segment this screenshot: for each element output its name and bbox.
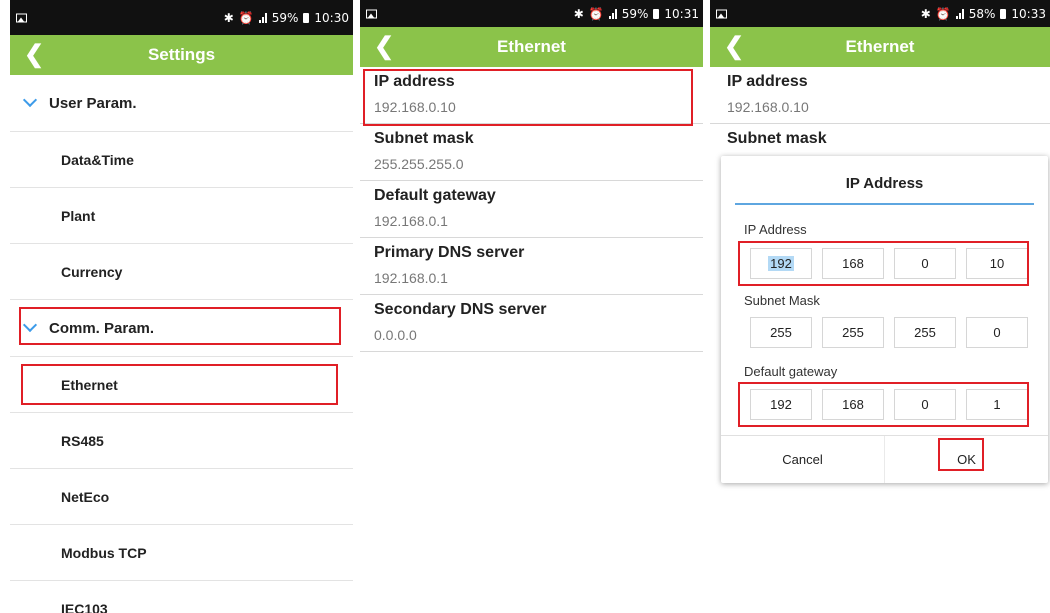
settings-item-iec103[interactable]: IEC103 (10, 581, 353, 613)
field-label: Default gateway (374, 187, 496, 204)
gallery-notification-icon (716, 9, 727, 18)
app-bar: ❮ Settings (10, 35, 353, 75)
field-subnet-mask[interactable]: Subnet mask 255.255.255.0 (360, 124, 703, 181)
mask-octet-3-input[interactable]: 255 (894, 317, 956, 348)
subnet-mask-inputs: 255 255 255 0 (750, 317, 1028, 348)
ip-address-label: IP Address (744, 222, 807, 237)
signal-icon (955, 8, 964, 19)
settings-list: User Param. Data&Time Plant Currency Com… (10, 75, 353, 613)
ethernet-screen: ✱ ⏰ 59% 10:31 ❮ Ethernet IP address 192.… (360, 0, 703, 613)
signal-icon (608, 8, 617, 19)
field-ip-address[interactable]: IP address 192.168.0.10 (710, 67, 1050, 124)
mask-octet-4-input[interactable]: 0 (966, 317, 1028, 348)
bluetooth-icon: ✱ (573, 6, 584, 21)
alarm-icon: ⏰ (935, 6, 951, 21)
page-title: Settings (147, 45, 216, 64)
field-ip-address[interactable]: IP address 192.168.0.10 (360, 67, 703, 124)
settings-screen: ✱ ⏰ 59% 10:30 ❮ Settings User Param. Dat… (10, 0, 353, 613)
gallery-notification-icon (366, 9, 377, 18)
field-value: 192.168.0.1 (374, 270, 448, 286)
page-title: Ethernet (497, 37, 566, 56)
field-value: 192.168.0.10 (374, 99, 456, 115)
status-bar: ✱ ⏰ 59% 10:31 (360, 0, 703, 27)
field-primary-dns[interactable]: Primary DNS server 192.168.0.1 (360, 238, 703, 295)
ip-octet-1-input[interactable]: 192 (750, 248, 812, 279)
settings-item-neteco[interactable]: NetEco (10, 469, 353, 525)
ethernet-fields: IP address 192.168.0.10 Subnet mask 255.… (360, 67, 703, 352)
ip-address-inputs: 192 168 0 10 (750, 248, 1028, 279)
dialog-buttons: Cancel OK (721, 435, 1048, 483)
battery-percent: 59% (271, 10, 299, 25)
clock: 10:33 (1011, 6, 1046, 21)
status-bar: ✱ ⏰ 59% 10:30 (10, 0, 353, 35)
group-label: User Param. (49, 94, 137, 112)
gateway-octet-1-input[interactable]: 192 (750, 389, 812, 420)
app-bar: ❮ Ethernet (710, 27, 1050, 67)
alarm-icon: ⏰ (238, 10, 254, 25)
mask-octet-1-input[interactable]: 255 (750, 317, 812, 348)
cancel-button[interactable]: Cancel (721, 436, 884, 483)
field-label: Subnet mask (374, 130, 474, 147)
ok-button[interactable]: OK (884, 436, 1048, 483)
settings-item-plant[interactable]: Plant (10, 188, 353, 244)
field-default-gateway[interactable]: Default gateway 192.168.0.1 (360, 181, 703, 238)
mask-octet-2-input[interactable]: 255 (822, 317, 884, 348)
ip-octet-3-input[interactable]: 0 (894, 248, 956, 279)
gateway-octet-4-input[interactable]: 1 (966, 389, 1028, 420)
dialog-divider (735, 203, 1034, 205)
field-label: Subnet mask (727, 130, 827, 147)
bluetooth-icon: ✱ (920, 6, 931, 21)
app-bar: ❮ Ethernet (360, 27, 703, 67)
field-secondary-dns[interactable]: Secondary DNS server 0.0.0.0 (360, 295, 703, 352)
field-value: 255.255.255.0 (374, 156, 464, 172)
signal-icon (258, 12, 267, 23)
status-bar: ✱ ⏰ 58% 10:33 (710, 0, 1050, 27)
field-value: 0.0.0.0 (374, 327, 417, 343)
battery-percent: 59% (621, 6, 649, 21)
field-label: IP address (374, 73, 455, 90)
settings-item-modbus-tcp[interactable]: Modbus TCP (10, 525, 353, 581)
group-user-param[interactable]: User Param. (10, 75, 353, 132)
alarm-icon: ⏰ (588, 6, 604, 21)
battery-icon (1000, 8, 1007, 19)
field-value: 192.168.0.1 (374, 213, 448, 229)
page-title: Ethernet (845, 37, 915, 56)
group-label: Comm. Param. (49, 319, 155, 337)
gateway-inputs: 192 168 0 1 (750, 389, 1028, 420)
subnet-mask-label: Subnet Mask (744, 293, 820, 308)
gateway-octet-2-input[interactable]: 168 (822, 389, 884, 420)
default-gateway-label: Default gateway (744, 364, 838, 379)
chevron-down-icon (22, 317, 38, 333)
field-value: 192.168.0.10 (727, 99, 809, 115)
gateway-octet-3-input[interactable]: 0 (894, 389, 956, 420)
settings-item-currency[interactable]: Currency (10, 244, 353, 300)
field-label: Primary DNS server (374, 244, 525, 261)
settings-item-rs485[interactable]: RS485 (10, 413, 353, 469)
field-label: Secondary DNS server (374, 301, 547, 318)
clock: 10:31 (664, 6, 699, 21)
settings-item-ethernet[interactable]: Ethernet (10, 357, 353, 413)
ethernet-dialog-screen: ✱ ⏰ 58% 10:33 ❮ Ethernet IP address 192.… (710, 0, 1050, 613)
selected-text: 192 (768, 256, 794, 271)
ip-address-dialog: IP Address IP Address 192 168 0 10 Subne… (721, 156, 1048, 483)
dialog-title: IP Address (845, 175, 924, 192)
bluetooth-icon: ✱ (223, 10, 234, 25)
settings-item-date-time[interactable]: Data&Time (10, 132, 353, 188)
battery-icon (653, 8, 660, 19)
gallery-notification-icon (16, 13, 27, 22)
ip-octet-4-input[interactable]: 10 (966, 248, 1028, 279)
ip-octet-2-input[interactable]: 168 (822, 248, 884, 279)
field-label: IP address (727, 73, 808, 90)
group-comm-param[interactable]: Comm. Param. (10, 300, 353, 357)
battery-icon (303, 12, 310, 23)
clock: 10:30 (314, 10, 349, 25)
battery-percent: 58% (968, 6, 996, 21)
chevron-down-icon (22, 92, 38, 108)
